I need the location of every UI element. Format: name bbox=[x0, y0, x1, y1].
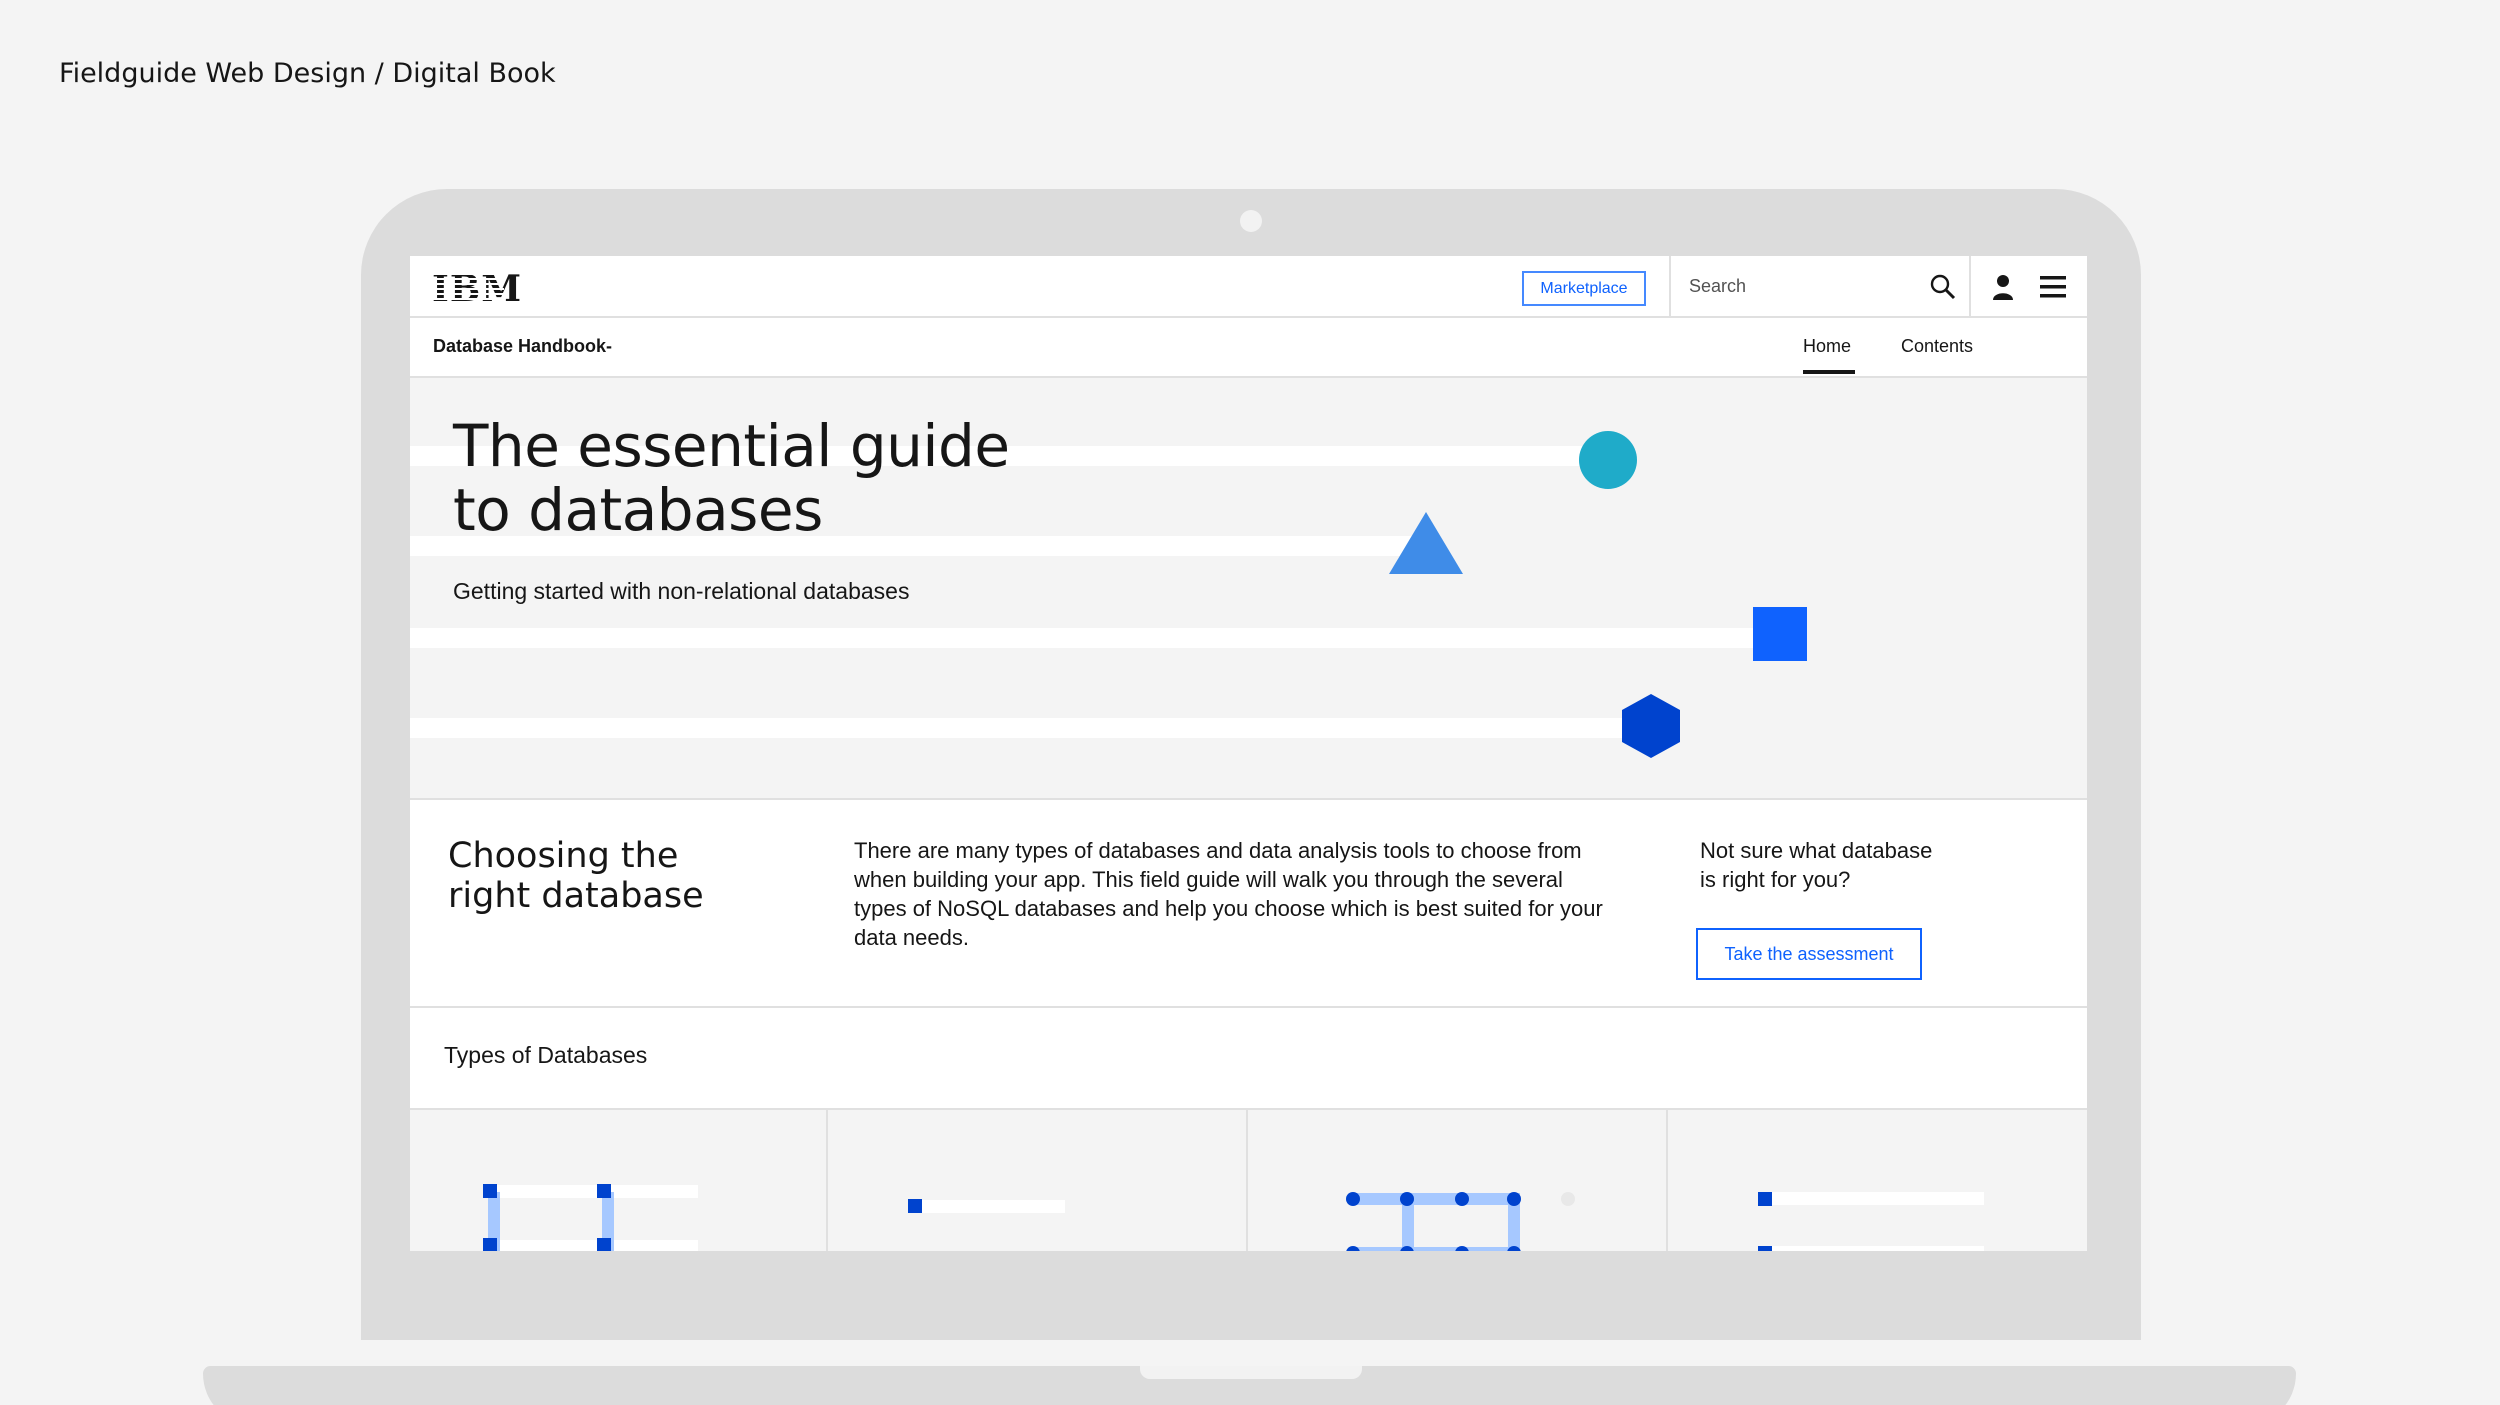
hero-stripe bbox=[410, 628, 1780, 648]
square-shape bbox=[1753, 607, 1807, 661]
intro-question: Not sure what database is right for you? bbox=[1700, 836, 1960, 894]
user-icon[interactable] bbox=[1992, 274, 2014, 300]
hero-title-line: The essential guide bbox=[453, 412, 1010, 480]
intro-question-line: Not sure what database bbox=[1700, 838, 1933, 863]
menu-icon[interactable] bbox=[2040, 276, 2066, 298]
tab-home-active-indicator bbox=[1803, 370, 1855, 374]
intro-section: Choosing the right database There are ma… bbox=[410, 798, 2087, 1008]
tab-contents[interactable]: Contents bbox=[1901, 336, 1973, 357]
circle-shape bbox=[1579, 431, 1637, 489]
hero-title: The essential guide to databases bbox=[453, 414, 1010, 542]
column-illustration bbox=[1758, 1192, 1984, 1251]
intro-question-line: is right for you? bbox=[1700, 867, 1851, 892]
types-section-header: Types of Databases bbox=[410, 1008, 2087, 1110]
database-type-card[interactable] bbox=[410, 1110, 828, 1251]
search-icon[interactable] bbox=[1929, 273, 1957, 301]
laptop-notch bbox=[1140, 1366, 1362, 1379]
database-type-card[interactable] bbox=[1250, 1110, 1668, 1251]
masthead: IBM Marketplace bbox=[410, 256, 2087, 318]
database-type-card[interactable] bbox=[830, 1110, 1248, 1251]
types-title: Types of Databases bbox=[444, 1042, 648, 1068]
search-input[interactable] bbox=[1689, 270, 1919, 302]
search-bar bbox=[1669, 256, 1971, 316]
intro-heading: Choosing the right database bbox=[448, 836, 704, 916]
laptop-screen: IBM Marketplace Database Handbook- Home … bbox=[410, 256, 2087, 1251]
graph-illustration bbox=[1346, 1192, 1575, 1251]
take-assessment-button[interactable]: Take the assessment bbox=[1696, 928, 1922, 980]
intro-heading-line: right database bbox=[448, 876, 704, 916]
hero-subtitle: Getting started with non-relational data… bbox=[453, 578, 910, 604]
intro-body: There are many types of databases and da… bbox=[854, 838, 1603, 950]
hero: The essential guide to databases Getting… bbox=[410, 378, 2087, 798]
key-value-illustration bbox=[483, 1184, 698, 1251]
page-caption: Fieldguide Web Design / Digital Book bbox=[59, 58, 556, 89]
hero-title-line: to databases bbox=[453, 476, 823, 544]
subnav: Database Handbook- Home Contents bbox=[410, 318, 2087, 378]
subnav-title[interactable]: Database Handbook- bbox=[433, 336, 612, 357]
hero-stripe bbox=[410, 718, 1650, 738]
triangle-shape bbox=[1389, 512, 1463, 574]
hexagon-shape bbox=[1622, 694, 1680, 758]
intro-heading-line: Choosing the bbox=[448, 836, 679, 876]
marketplace-button[interactable]: Marketplace bbox=[1522, 271, 1646, 306]
laptop-camera bbox=[1240, 210, 1262, 232]
ibm-logo[interactable]: IBM bbox=[432, 268, 522, 310]
database-type-card[interactable] bbox=[1670, 1110, 2087, 1251]
tab-home[interactable]: Home bbox=[1803, 336, 1851, 357]
document-illustration bbox=[908, 1199, 1065, 1213]
